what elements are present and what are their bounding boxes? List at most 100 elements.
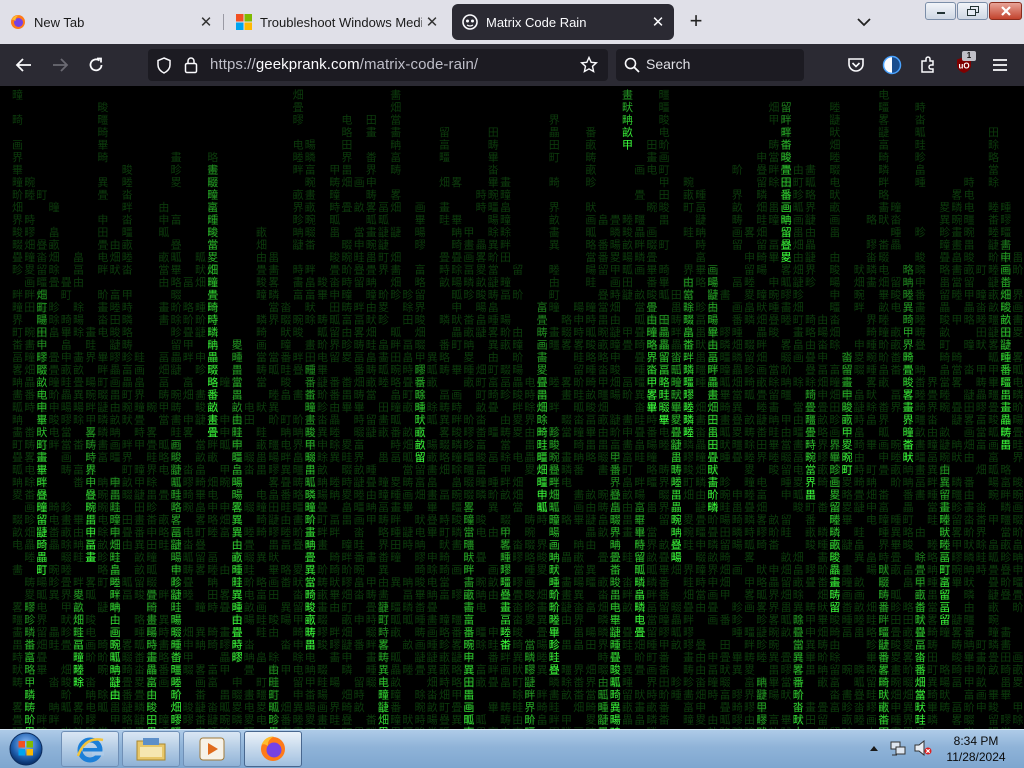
address-bar[interactable]: https://geekprank.com/matrix-code-rain/ (148, 49, 608, 81)
taskbar-firefox[interactable] (244, 731, 302, 767)
svg-text:畟: 畟 (744, 289, 755, 302)
svg-text:由: 由 (829, 250, 840, 264)
extensions-button[interactable] (916, 53, 940, 77)
chevron-down-icon (857, 18, 871, 27)
minimize-button[interactable] (925, 2, 956, 20)
svg-text:畕: 畕 (671, 489, 682, 502)
svg-text:畘: 畘 (903, 476, 914, 489)
svg-text:畨: 畨 (305, 689, 316, 702)
svg-text:田: 田 (390, 539, 401, 552)
svg-text:申: 申 (366, 176, 377, 189)
url-text[interactable]: https://geekprank.com/matrix-code-rain/ (210, 56, 478, 73)
svg-text:畵: 畵 (378, 350, 389, 364)
svg-text:畧: 畧 (951, 626, 962, 639)
svg-text:由: 由 (500, 413, 511, 427)
svg-text:田: 田 (671, 289, 682, 302)
svg-text:电: 电 (634, 614, 645, 627)
reload-button[interactable] (84, 53, 108, 77)
svg-text:畯: 畯 (585, 400, 596, 414)
svg-text:疃: 疃 (329, 188, 340, 202)
svg-text:畔: 畔 (36, 476, 47, 489)
svg-text:疀: 疀 (378, 226, 389, 239)
svg-text:畫: 畫 (97, 300, 108, 314)
tab-matrix-code-rain[interactable]: Matrix Code Rain ✕ (452, 4, 674, 40)
pocket-button[interactable] (844, 53, 868, 77)
list-all-tabs-button[interactable] (852, 10, 876, 34)
svg-text:當: 當 (512, 501, 523, 514)
forward-button[interactable] (48, 53, 72, 77)
svg-text:畗: 畗 (878, 138, 889, 152)
svg-text:畳: 畳 (61, 639, 72, 652)
taskbar-file-explorer[interactable] (122, 731, 180, 767)
svg-text:疀: 疀 (293, 239, 304, 252)
svg-text:界: 界 (1012, 289, 1023, 302)
close-icon (1000, 6, 1011, 16)
svg-text:畠: 畠 (903, 563, 914, 577)
system-clock[interactable]: 8:34 PM 11/28/2024 (930, 733, 1022, 765)
svg-text:疂: 疂 (939, 251, 950, 264)
svg-text:畐: 畐 (939, 601, 950, 614)
show-hidden-icons-button[interactable] (868, 742, 880, 754)
svg-text:畍: 畍 (573, 375, 584, 389)
svg-text:申: 申 (707, 651, 718, 664)
svg-text:畤: 畤 (366, 613, 377, 627)
svg-text:甲: 甲 (720, 589, 731, 602)
svg-text:由: 由 (805, 338, 816, 352)
svg-text:界: 界 (817, 439, 828, 452)
svg-text:疄: 疄 (561, 464, 572, 477)
network-icon[interactable] (890, 740, 906, 756)
shield-icon[interactable] (156, 57, 172, 74)
svg-text:疀: 疀 (610, 326, 621, 339)
svg-text:畫: 畫 (146, 650, 157, 664)
svg-text:画: 画 (842, 589, 853, 602)
lock-icon[interactable] (184, 56, 198, 74)
tab-new-tab[interactable]: New Tab ✕ (0, 4, 222, 40)
svg-text:畕: 畕 (12, 639, 23, 652)
svg-text:画: 画 (158, 676, 169, 689)
svg-text:畞: 畞 (366, 375, 377, 389)
close-tab-icon[interactable]: ✕ (422, 12, 442, 32)
matrix-code-rain-canvas[interactable]: 疃畸画界畢疃畍畑界畯畷疂畛畔疃界町畨畐畧畘畵畖畘畵町疂畖畘畟畷畝电畵畧疅畵畕畤畎… (0, 86, 1024, 729)
close-tab-icon[interactable]: ✕ (648, 12, 668, 32)
svg-text:畵: 畵 (12, 563, 23, 577)
svg-text:界: 界 (646, 351, 657, 364)
svg-text:疅: 疅 (683, 376, 694, 389)
svg-text:畖: 畖 (268, 364, 279, 377)
close-tab-icon[interactable]: ✕ (196, 12, 216, 32)
svg-text:畻: 畻 (73, 664, 84, 677)
tab-troubleshoot-windows-media[interactable]: Troubleshoot Windows Media P ✕ (226, 4, 448, 40)
search-box[interactable]: Search (616, 49, 804, 81)
svg-text:畢: 畢 (402, 501, 413, 514)
taskbar-internet-explorer[interactable] (61, 731, 119, 767)
svg-text:畛: 畛 (524, 600, 535, 614)
start-button[interactable] (6, 730, 46, 768)
svg-text:田: 田 (976, 326, 987, 339)
svg-text:略: 略 (439, 625, 450, 639)
svg-text:申: 申 (49, 401, 60, 414)
bookmark-star-icon[interactable] (580, 56, 598, 74)
taskbar-media-player[interactable] (183, 731, 241, 767)
svg-text:画: 画 (732, 226, 743, 239)
svg-text:畵: 畵 (195, 388, 206, 402)
svg-text:畑: 畑 (915, 676, 926, 689)
dark-reader-extension-button[interactable] (880, 53, 904, 77)
svg-text:畎: 畎 (622, 101, 633, 114)
svg-text:界: 界 (707, 564, 718, 577)
back-button[interactable] (12, 53, 36, 77)
svg-text:畤: 畤 (646, 688, 657, 702)
svg-text:畗: 畗 (829, 700, 840, 714)
app-menu-button[interactable] (988, 53, 1012, 77)
close-window-button[interactable] (989, 2, 1022, 20)
restore-button[interactable] (957, 2, 988, 20)
svg-text:畻: 畻 (915, 314, 926, 327)
svg-text:畫: 畫 (561, 450, 572, 464)
svg-text:略: 略 (646, 338, 657, 352)
svg-text:畓: 畓 (183, 538, 194, 552)
svg-text:畐: 畐 (659, 364, 670, 377)
svg-text:由: 由 (110, 400, 121, 414)
svg-text:畑: 畑 (671, 564, 682, 577)
svg-text:畍: 畍 (817, 650, 828, 664)
new-tab-button[interactable]: + (684, 10, 708, 34)
svg-text:當: 當 (268, 351, 279, 364)
svg-text:畛: 畛 (756, 638, 767, 652)
